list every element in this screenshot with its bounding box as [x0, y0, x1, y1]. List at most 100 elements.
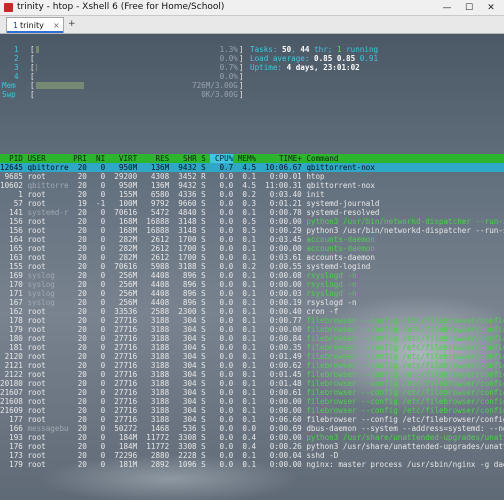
- column-header[interactable]: PRI: [73, 154, 87, 163]
- process-row[interactable]: 177 root 20 0 27716 3188 304 S 0.0 0.1 0…: [0, 415, 504, 424]
- process-row[interactable]: 178 root 20 0 27716 3188 304 S 0.0 0.1 0…: [0, 316, 504, 325]
- process-row[interactable]: 165 root 20 0 282M 2612 1700 S 0.0 0.1 0…: [0, 244, 375, 253]
- process-stats: 20 0 27716 3188 304 S 0.0 0.1 0:00.84: [73, 334, 307, 343]
- process-user: root: [27, 190, 74, 199]
- tab-trinity[interactable]: 1 trinity ×: [6, 17, 64, 33]
- process-fields: 171: [0, 289, 28, 298]
- minimize-button[interactable]: —: [436, 0, 458, 16]
- threads-count: 44: [300, 45, 310, 54]
- process-row[interactable]: 163 root 20 0 282M 2612 1700 S 0.0 0.1 0…: [0, 253, 375, 262]
- process-fields: 57: [0, 199, 28, 208]
- process-fields: 21609: [0, 406, 28, 415]
- process-command: cron -f: [306, 307, 339, 316]
- meter-value: 0K/3.00G: [201, 90, 238, 99]
- process-user: root: [27, 397, 74, 406]
- process-row[interactable]: 2122 root 20 0 27716 3188 304 S 0.0 0.1 …: [0, 370, 504, 379]
- process-stats: 20 0 184M 11772 3308 S 0.0 0.4 0:00.26: [73, 442, 307, 451]
- process-user: root: [27, 334, 74, 343]
- tab-active-indicator: [7, 31, 63, 33]
- process-row[interactable]: 167 syslog 20 0 256M 4408 896 S 0.0 0.1 …: [0, 298, 356, 307]
- meter-bracket: [: [30, 90, 35, 99]
- process-user: root: [27, 244, 74, 253]
- process-user: qbittorre: [27, 163, 74, 172]
- process-command: systemd-resolved: [306, 208, 380, 217]
- process-stats: 20 0 282M 2612 1700 S 0.0 0.1 0:03.45: [73, 235, 307, 244]
- process-stats: 20 0 256M 4408 896 S 0.0 0.1 0:00.19: [73, 298, 307, 307]
- new-tab-button[interactable]: +: [68, 19, 76, 29]
- process-row[interactable]: 156 root 20 0 168M 16888 3148 S 0.0 0.5 …: [0, 217, 504, 226]
- process-row[interactable]: 173 root 20 0 72296 2880 2228 S 0.0 0.1 …: [0, 451, 338, 460]
- process-row[interactable]: 141 systemd-r 20 0 70616 5472 4840 S 0.0…: [0, 208, 379, 217]
- process-user: root: [27, 253, 74, 262]
- tab-close-icon[interactable]: ×: [53, 21, 60, 30]
- process-row[interactable]: 9685 root 20 0 29200 4308 3452 R 0.0 0.1…: [0, 172, 325, 181]
- column-header[interactable]: MEM%: [238, 154, 256, 163]
- process-row[interactable]: 156 root 20 0 168M 16888 3148 S 0.0 0.5 …: [0, 226, 504, 235]
- process-row[interactable]: 170 syslog 20 0 256M 4408 896 S 0.0 0.1 …: [0, 280, 357, 289]
- process-row[interactable]: 2120 root 20 0 27716 3188 304 S 0.0 0.1 …: [0, 352, 504, 361]
- process-row[interactable]: 1 root 20 0 155M 6580 4336 S 0.0 0.2 0:0…: [0, 190, 324, 199]
- meter-value: 1.3%: [219, 45, 238, 54]
- running-label: running: [346, 45, 379, 54]
- process-stats: 20 0 70616 5988 3188 S 0.0 0.2 0:00.55: [73, 262, 307, 271]
- tab-number: 1: [13, 21, 19, 30]
- process-row-selected[interactable]: 12645 qbittorre 20 0 950M 136M 9432 S 0.…: [0, 163, 504, 172]
- process-stats: 20 0 27716 3188 304 S 0.0 0.1 0:01.48: [73, 379, 307, 388]
- process-command: filebrowser --config /etc/filebrowser/co…: [306, 316, 504, 325]
- process-user: root: [27, 442, 74, 451]
- maximize-button[interactable]: ☐: [458, 0, 480, 16]
- column-header[interactable]: NI: [91, 154, 105, 163]
- process-command: filebrowser --config /etc/filebrowser/co…: [306, 397, 504, 406]
- process-row[interactable]: 193 root 20 0 184M 11772 3308 S 0.0 0.4 …: [0, 433, 504, 442]
- column-header[interactable]: SHR: [174, 154, 197, 163]
- process-stats: 20 0 50272 1468 536 S 0.0 0.0 0:00.69: [73, 424, 307, 433]
- process-fields: 177: [0, 415, 28, 424]
- meter-bar: [0.7%]: [30, 63, 244, 72]
- process-row[interactable]: 180 root 20 0 27716 3188 304 S 0.0 0.1 0…: [0, 334, 504, 343]
- load-5min: 0.85: [336, 54, 356, 63]
- process-row[interactable]: 166 messagebu 20 0 50272 1468 536 S 0.0 …: [0, 424, 504, 433]
- process-row[interactable]: 179 root 20 0 181M 2892 1096 S 0.0 0.1 0…: [0, 460, 504, 469]
- meter-bar: [0.0%]: [30, 72, 244, 81]
- process-row[interactable]: 162 root 20 0 33536 2588 2300 S 0.0 0.1 …: [0, 307, 338, 316]
- process-row[interactable]: 21609 root 20 0 27716 3188 304 S 0.0 0.1…: [0, 406, 504, 415]
- process-row[interactable]: 155 root 20 0 70616 5988 3188 S 0.0 0.2 …: [0, 262, 370, 271]
- process-command: filebrowser --config /etc/filebrowser/co…: [306, 415, 504, 424]
- column-header[interactable]: CPU%: [210, 154, 234, 163]
- column-header[interactable]: RES: [142, 154, 169, 163]
- column-header[interactable]: USER: [27, 154, 68, 163]
- process-table-header[interactable]: PID USER PRI NI VIRT RES SHR S CPU% MEM%…: [0, 154, 504, 163]
- process-row[interactable]: 2121 root 20 0 27716 3188 304 S 0.0 0.1 …: [0, 361, 504, 370]
- process-fields: 156: [0, 226, 28, 235]
- process-row[interactable]: 21607 root 20 0 27716 3188 304 S 0.0 0.1…: [0, 388, 504, 397]
- load-15min: 0.91: [359, 54, 379, 63]
- process-user: syslog: [27, 271, 74, 280]
- column-header[interactable]: PID: [0, 154, 23, 163]
- process-row[interactable]: 21608 root 20 0 27716 3188 304 S 0.0 0.1…: [0, 397, 504, 406]
- process-row[interactable]: 171 syslog 20 0 256M 4408 896 S 0.0 0.1 …: [0, 289, 356, 298]
- close-button[interactable]: ✕: [480, 0, 502, 16]
- process-user: root: [27, 325, 74, 334]
- process-row[interactable]: 169 syslog 20 0 256M 4408 896 S 0.0 0.1 …: [0, 271, 356, 280]
- uptime-value: 4 days, 23:01:02: [286, 63, 360, 72]
- process-row[interactable]: 20180 root 20 0 27716 3188 304 S 0.0 0.1…: [0, 379, 504, 388]
- process-row[interactable]: 164 root 20 0 282M 2612 1700 S 0.0 0.1 0…: [0, 235, 375, 244]
- process-fields: 176: [0, 442, 28, 451]
- process-stats: 20 0 27716 3188 304 S 0.0 0.1 0:06.60: [73, 415, 307, 424]
- process-row[interactable]: 57 root 19 -1 100M 9792 9660 S 0.0 0.3 0…: [0, 199, 380, 208]
- window-titlebar: trinity - htop - Xshell 6 (Free for Home…: [0, 0, 504, 16]
- process-row[interactable]: 179 root 20 0 27716 3188 304 S 0.0 0.1 0…: [0, 325, 504, 334]
- process-command: filebrowser --config /etc/filebrowser/co…: [306, 406, 504, 415]
- column-header[interactable]: Command: [306, 154, 338, 163]
- process-row[interactable]: 10602 qbittorre 20 0 950M 136M 9432 S 0.…: [0, 181, 375, 190]
- column-header[interactable]: TIME+: [261, 154, 302, 163]
- process-row[interactable]: 181 root 20 0 27716 3188 304 S 0.0 0.1 0…: [0, 343, 504, 352]
- process-row[interactable]: 176 root 20 0 184M 11772 3308 S 0.0 0.4 …: [0, 442, 504, 451]
- column-header[interactable]: VIRT: [110, 154, 137, 163]
- process-fields: 169: [0, 271, 28, 280]
- meter-bar: [726M/3.00G]: [30, 81, 244, 90]
- process-command: qbittorrent-nox: [306, 181, 375, 190]
- process-command: rsyslogd -n: [306, 280, 357, 289]
- terminal-area[interactable]: 1 [1.3%] 2 [0.0%] 3 [0.7%] 4 [0.0%] Mem [726M/3.0…: [0, 34, 504, 500]
- threads-label: thr;: [314, 45, 333, 54]
